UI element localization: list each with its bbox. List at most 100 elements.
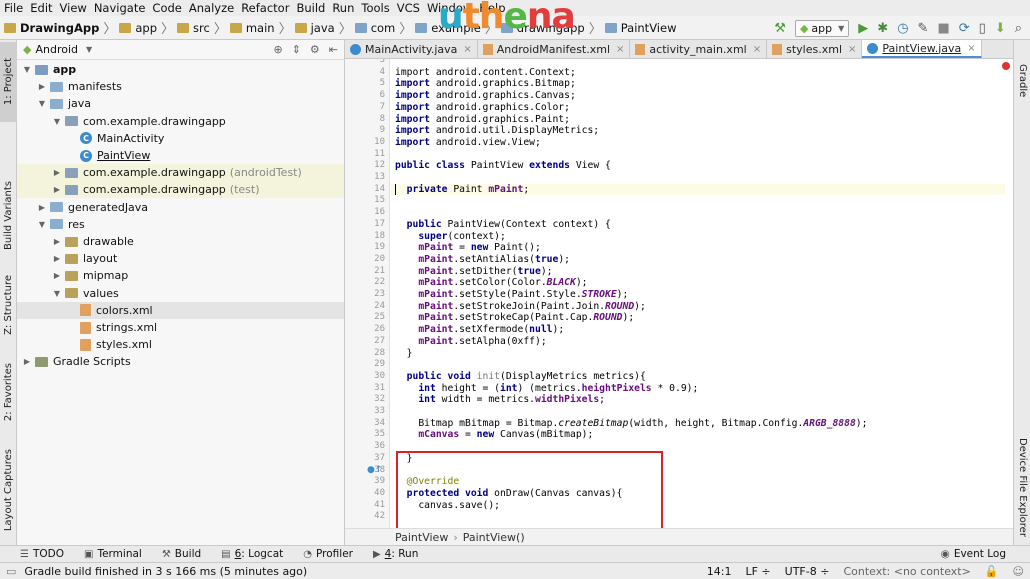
tree-item[interactable]: ▶ mipmap [17, 267, 344, 284]
chevron-right-icon[interactable]: ▶ [51, 168, 63, 177]
tab-structure[interactable]: Z: Structure [0, 270, 17, 340]
tree-item[interactable]: ▼ java [17, 95, 344, 112]
bottom-tab[interactable]: ▶ 4: Run [373, 548, 418, 560]
breadcrumb-item[interactable]: java 〉 [294, 18, 352, 37]
lock-icon[interactable]: 🔓 [985, 565, 999, 578]
sync-icon[interactable]: ⟳ [959, 21, 970, 36]
tab-layout-captures[interactable]: Layout Captures [0, 445, 17, 535]
breadcrumb-method[interactable]: PaintView() [463, 531, 525, 544]
tree-item[interactable]: C MainActivity [17, 130, 344, 147]
editor-tab[interactable]: PaintView.java × [862, 40, 982, 58]
override-gutter-icon[interactable]: ●↑ [367, 465, 382, 475]
breadcrumb-item[interactable]: DrawingApp 〉 [4, 18, 116, 37]
search-icon[interactable]: ⌕ [1015, 21, 1022, 36]
run-icon[interactable]: ▶ [858, 21, 868, 36]
line-separator[interactable]: LF ÷ [745, 565, 770, 578]
close-icon[interactable]: × [616, 44, 624, 55]
event-log-button[interactable]: ◉ Event Log [941, 548, 1006, 560]
breadcrumb-item[interactable]: com 〉 [354, 18, 412, 37]
breadcrumb-class[interactable]: PaintView [395, 531, 448, 544]
stop-icon[interactable]: ■ [937, 21, 949, 36]
gear-icon[interactable]: ⚙ [310, 43, 320, 56]
menu-item-file[interactable]: File [4, 1, 23, 15]
target-icon[interactable]: ⊕ [273, 43, 282, 56]
tree-item[interactable]: ▼ app [17, 61, 344, 78]
hammer-icon[interactable]: ⚒ [774, 21, 786, 36]
breadcrumb-item[interactable]: main 〉 [229, 18, 292, 37]
file-encoding[interactable]: UTF-8 ÷ [785, 565, 830, 578]
tree-item[interactable]: styles.xml [17, 336, 344, 353]
tree-item[interactable]: ▼ values [17, 285, 344, 302]
menu-item-analyze[interactable]: Analyze [189, 1, 234, 15]
run-config-select[interactable]: ◆ app ▼ [794, 19, 850, 37]
menu-item-view[interactable]: View [60, 1, 87, 15]
tree-item[interactable]: ▼ com.example.drawingapp [17, 113, 344, 130]
chevron-right-icon[interactable]: ▶ [36, 82, 48, 91]
menu-item-edit[interactable]: Edit [30, 1, 52, 15]
breadcrumb-item[interactable]: app 〉 [119, 18, 174, 37]
breadcrumb-item[interactable]: src 〉 [177, 18, 227, 37]
chevron-down-icon[interactable]: ▼ [51, 117, 63, 126]
tree-item[interactable]: ▶ generatedJava [17, 199, 344, 216]
chevron-down-icon[interactable]: ▼ [21, 65, 33, 74]
debug-icon[interactable]: ✱ [877, 21, 888, 36]
chevron-right-icon[interactable]: ▶ [51, 185, 63, 194]
close-icon[interactable]: × [753, 44, 761, 55]
chevron-right-icon[interactable]: ▶ [21, 357, 33, 366]
error-indicator-icon[interactable] [1002, 62, 1010, 70]
chevron-right-icon[interactable]: ▶ [51, 254, 63, 263]
tab-build-variants[interactable]: Build Variants [0, 170, 17, 260]
hide-icon[interactable]: ⇤ [329, 43, 338, 56]
menu-item-build[interactable]: Build [296, 1, 325, 15]
chevron-down-icon[interactable]: ▼ [36, 99, 48, 108]
project-view-selector[interactable]: ◆ Android ▼ ⊕ ⇕ ⚙ ⇤ [17, 40, 344, 60]
editor-tab[interactable]: activity_main.xml × [630, 40, 768, 58]
menu-item-run[interactable]: Run [332, 1, 354, 15]
editor-tab[interactable]: MainActivity.java × [345, 40, 478, 58]
tree-item[interactable]: ▶ com.example.drawingapp (androidTest) [17, 164, 344, 182]
tree-item[interactable]: strings.xml [17, 319, 344, 336]
tree-item[interactable]: ▶ layout [17, 250, 344, 267]
menu-item-refactor[interactable]: Refactor [241, 1, 289, 15]
menu-item-vcs[interactable]: VCS [397, 1, 420, 15]
tree-item[interactable]: ▼ res [17, 216, 344, 233]
menu-item-navigate[interactable]: Navigate [94, 1, 146, 15]
tree-item[interactable]: colors.xml [17, 301, 344, 319]
bottom-tab[interactable]: ◔ Profiler [303, 548, 353, 560]
avd-manager-icon[interactable]: ▯ [979, 21, 986, 36]
tab-project[interactable]: 1: Project [0, 42, 17, 122]
tree-item[interactable]: ▶ drawable [17, 233, 344, 250]
tree-item[interactable]: ▶ manifests [17, 78, 344, 95]
bottom-tab[interactable]: ☰ TODO [20, 548, 64, 560]
line-number: 28 [374, 347, 385, 358]
sdk-manager-icon[interactable]: ⬇ [995, 21, 1006, 36]
bottom-tab[interactable]: ▤ 6: Logcat [221, 548, 283, 560]
tab-favorites[interactable]: 2: Favorites [0, 355, 17, 430]
status-message[interactable]: Gradle build finished in 3 s 166 ms (5 m… [24, 565, 307, 578]
tab-device-file-explorer[interactable]: Device File Explorer [1014, 432, 1030, 542]
tab-gradle[interactable]: Gradle [1014, 56, 1030, 106]
close-icon[interactable]: × [848, 44, 856, 55]
profile-icon[interactable]: ◷ [897, 21, 908, 36]
chevron-right-icon[interactable]: ▶ [51, 237, 63, 246]
chevron-right-icon[interactable]: ▶ [36, 203, 48, 212]
tree-item[interactable]: C PaintView [17, 147, 344, 164]
inspector-icon[interactable]: ☺ [1013, 565, 1024, 578]
editor-tab[interactable]: AndroidManifest.xml × [478, 40, 631, 58]
tree-item[interactable]: ▶ Gradle Scripts [17, 353, 344, 370]
bottom-tab[interactable]: ⚒ Build [162, 548, 201, 560]
collapse-icon[interactable]: ⇕ [292, 43, 301, 56]
menu-item-code[interactable]: Code [152, 1, 181, 15]
tree-item[interactable]: ▶ com.example.drawingapp (test) [17, 181, 344, 199]
editor-tab[interactable]: styles.xml × [767, 40, 863, 58]
chevron-right-icon[interactable]: ▶ [51, 271, 63, 280]
bottom-tab[interactable]: ▣ Terminal [84, 548, 142, 560]
chevron-down-icon[interactable]: ▼ [36, 220, 48, 229]
chevron-down-icon[interactable]: ▼ [51, 289, 63, 298]
caret-position[interactable]: 14:1 [707, 565, 732, 578]
close-icon[interactable]: × [967, 43, 975, 54]
close-icon[interactable]: × [463, 44, 471, 55]
attach-debugger-icon[interactable]: ✎ [918, 21, 929, 36]
breadcrumb-item[interactable]: PaintView [604, 21, 676, 35]
menu-item-tools[interactable]: Tools [361, 1, 389, 15]
